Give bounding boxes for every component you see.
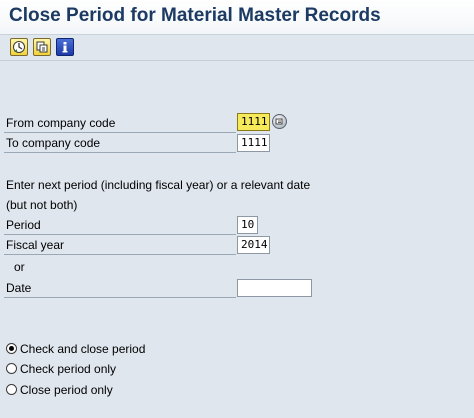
or-separator: or <box>14 260 25 274</box>
radio-label: Check period only <box>20 362 117 376</box>
get-variant-button[interactable] <box>33 38 51 56</box>
to-company-code-label: To company code <box>4 133 236 153</box>
date-label: Date <box>4 278 236 298</box>
title-bar: Close Period for Material Master Records <box>0 0 474 35</box>
to-company-code-field[interactable]: 1111 <box>237 134 270 152</box>
information-button[interactable] <box>56 38 74 56</box>
page-title: Close Period for Material Master Records <box>9 5 381 26</box>
fiscal-year-field[interactable]: 2014 <box>237 236 270 254</box>
radio-button[interactable] <box>6 384 17 395</box>
period-field[interactable]: 10 <box>237 216 258 234</box>
radio-button-selected[interactable] <box>6 343 17 354</box>
from-company-code-label: From company code <box>4 113 236 133</box>
fiscal-year-label: Fiscal year <box>4 235 236 255</box>
radio-button[interactable] <box>6 363 17 374</box>
execute-button[interactable] <box>10 38 28 56</box>
from-company-code-field[interactable]: 1111 <box>237 113 270 131</box>
application-toolbar <box>0 35 474 61</box>
radio-label: Check and close period <box>20 342 146 356</box>
instruction-note: (but not both) <box>6 198 78 212</box>
period-label: Period <box>4 215 236 235</box>
radio-label: Close period only <box>20 383 113 397</box>
instruction-text: Enter next period (including fiscal year… <box>6 178 311 192</box>
date-field[interactable] <box>237 279 312 297</box>
value-help-button[interactable] <box>272 114 287 129</box>
